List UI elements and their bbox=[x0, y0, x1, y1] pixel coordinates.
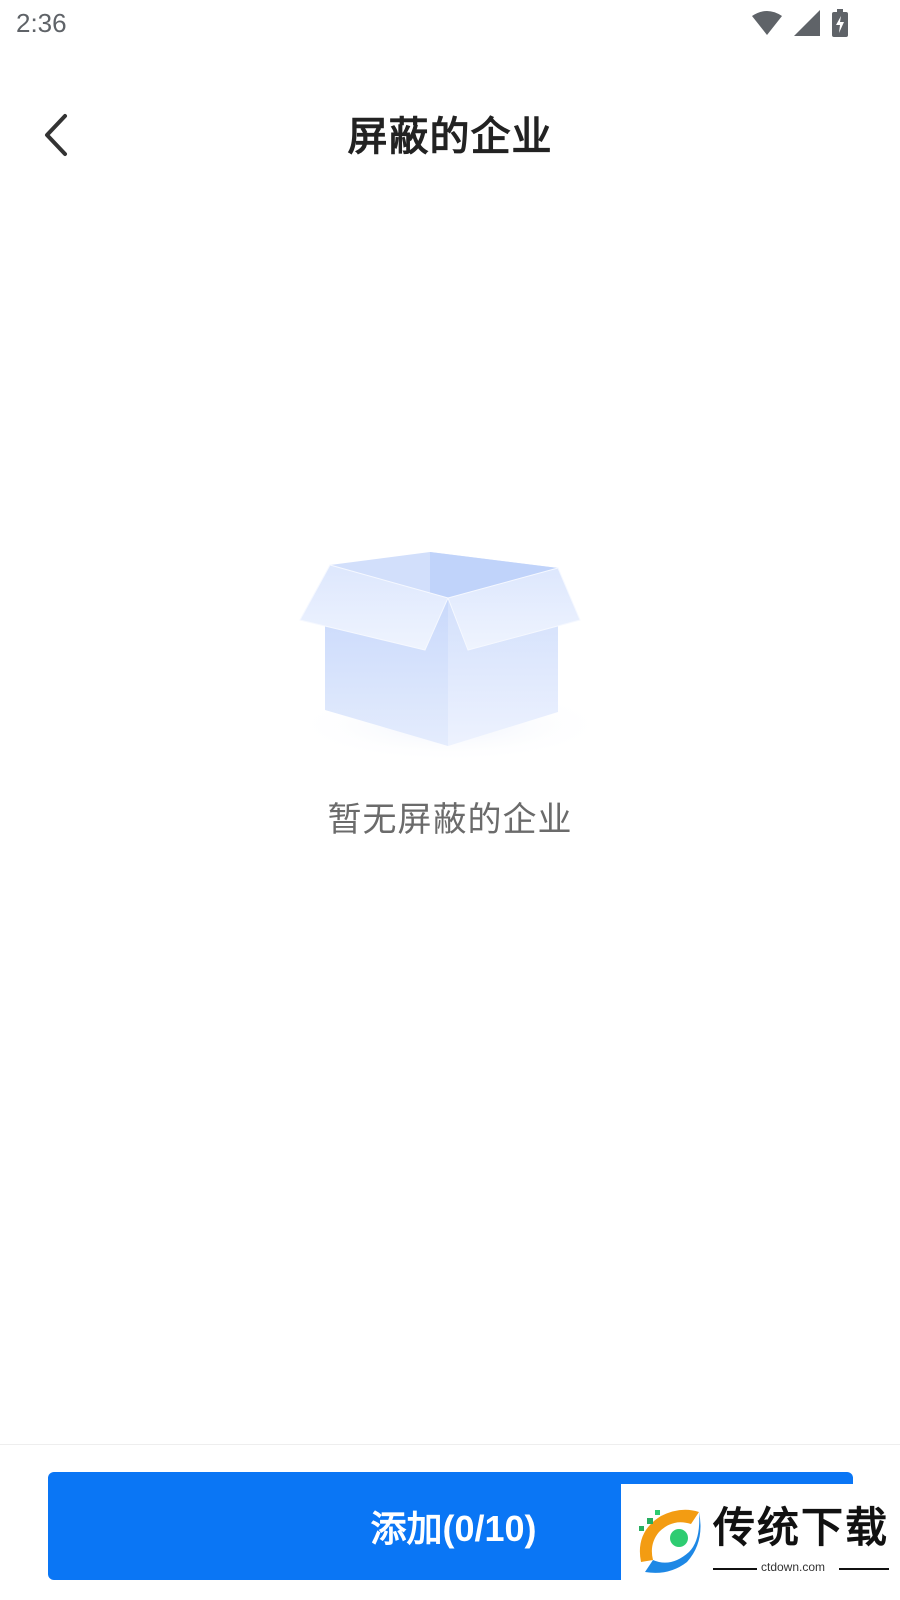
status-bar: 2:36 bbox=[0, 0, 900, 50]
empty-box-icon bbox=[290, 552, 610, 760]
wifi-icon bbox=[752, 11, 782, 35]
battery-charging-icon bbox=[832, 9, 848, 37]
bottom-divider bbox=[0, 1444, 900, 1445]
watermark-title: 传统下载 bbox=[713, 1503, 890, 1552]
watermark-url: ctdown.com bbox=[761, 1560, 826, 1574]
header: 屏蔽的企业 bbox=[0, 90, 900, 180]
watermark: 传统下载 ctdown.com bbox=[621, 1484, 900, 1600]
status-icons bbox=[752, 8, 848, 38]
empty-message: 暂无屏蔽的企业 bbox=[327, 800, 573, 840]
screen: 2:36 屏蔽的企业 暂无屏蔽的企业 添加(0/10) 传统下载 ctdown.… bbox=[0, 0, 900, 1600]
page-title: 屏蔽的企业 bbox=[347, 114, 553, 160]
signal-icon bbox=[794, 10, 820, 36]
watermark-line-left bbox=[713, 1568, 757, 1570]
status-time: 2:36 bbox=[16, 8, 67, 38]
watermark-line-right bbox=[839, 1568, 889, 1570]
watermark-logo-icon bbox=[639, 1509, 701, 1573]
